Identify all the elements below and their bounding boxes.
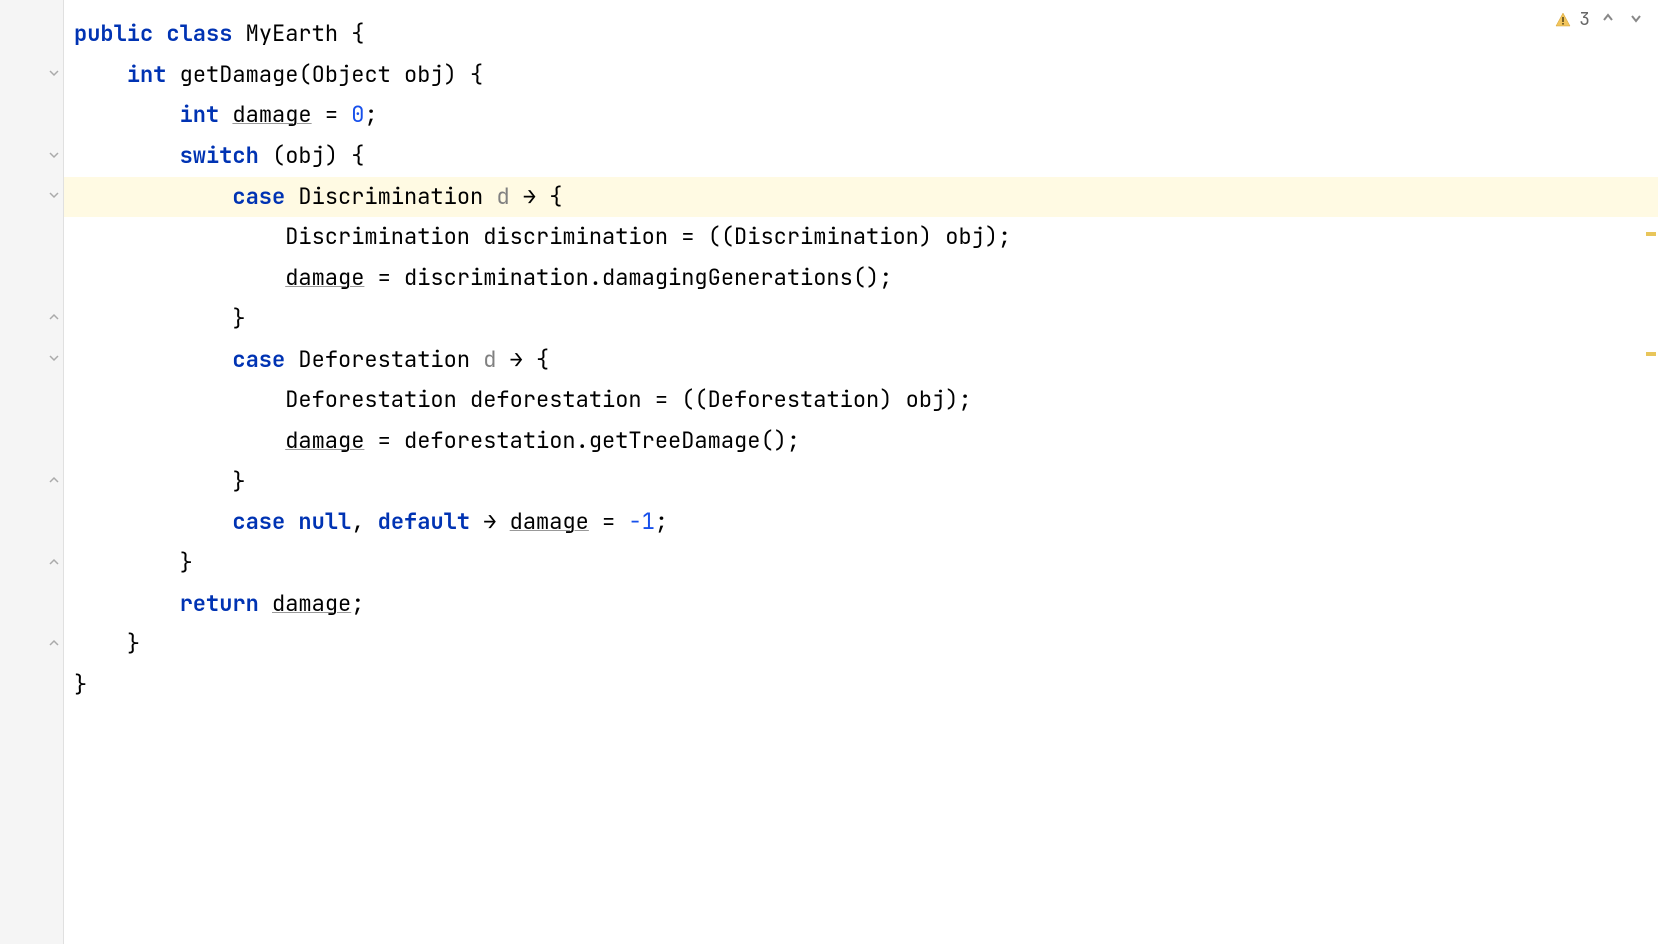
pattern-variable: d xyxy=(483,345,496,374)
inspection-prev-icon[interactable] xyxy=(1598,8,1618,31)
fold-marker[interactable] xyxy=(47,636,61,650)
brace: } xyxy=(232,304,245,333)
method-call: damagingGenerations xyxy=(602,263,853,292)
gutter xyxy=(0,0,64,944)
rest: ) obj); xyxy=(879,385,971,414)
code-line[interactable]: Discrimination discrimination = ((Discri… xyxy=(64,217,1658,258)
semicolon: ; xyxy=(351,589,364,618)
code-line[interactable]: } xyxy=(64,299,1658,340)
cast-type: Deforestation xyxy=(708,385,880,414)
brace: } xyxy=(74,670,87,699)
code-line[interactable]: } xyxy=(64,543,1658,584)
comma: , xyxy=(351,507,377,536)
code-line[interactable]: case null, default → damage = -1; xyxy=(64,502,1658,543)
code-line[interactable]: } xyxy=(64,624,1658,665)
fold-marker[interactable] xyxy=(47,188,61,202)
fold-marker[interactable] xyxy=(47,148,61,162)
brace: } xyxy=(180,548,193,577)
keyword-public: public xyxy=(74,19,153,48)
code-line[interactable]: int getDamage(Object obj) { xyxy=(64,55,1658,96)
variable: damage xyxy=(510,507,589,536)
keyword-case: case xyxy=(232,345,285,374)
rest: ) obj); xyxy=(919,222,1011,251)
method-call: getTreeDamage xyxy=(589,426,761,455)
fold-marker[interactable] xyxy=(47,66,61,80)
keyword-case: case xyxy=(232,507,285,536)
pattern-variable: d xyxy=(496,182,509,211)
type-name: Deforestation xyxy=(285,385,457,414)
warning-count: 3 xyxy=(1579,8,1590,31)
keyword-switch: switch xyxy=(180,141,259,170)
equals: = xyxy=(312,100,352,129)
brace: ) { xyxy=(444,60,484,89)
arrow: → { xyxy=(496,345,549,374)
code-line[interactable]: public class MyEarth { xyxy=(64,14,1658,55)
brace: } xyxy=(127,629,140,658)
dot: . xyxy=(576,426,589,455)
keyword-class: class xyxy=(166,19,232,48)
class-name: MyEarth xyxy=(246,19,338,48)
type-name: Discrimination xyxy=(285,222,470,251)
arrow: → { xyxy=(510,182,563,211)
dot: . xyxy=(589,263,602,292)
arrow: → xyxy=(470,507,510,536)
semicolon: ; xyxy=(655,507,668,536)
code-line[interactable]: damage = deforestation.getTreeDamage(); xyxy=(64,421,1658,462)
brace: } xyxy=(232,467,245,496)
inspection-next-icon[interactable] xyxy=(1626,8,1646,31)
editor-container: 3 public class MyEarth { int getDamage(O… xyxy=(0,0,1658,944)
type-name: Deforestation xyxy=(298,345,470,374)
variable: discrimination xyxy=(483,222,668,251)
code-line[interactable]: case Deforestation d → { xyxy=(64,340,1658,381)
fold-marker[interactable] xyxy=(47,351,61,365)
cast-type: Discrimination xyxy=(734,222,919,251)
brace: { xyxy=(338,19,364,48)
equals: = xyxy=(364,263,404,292)
number-literal: 0 xyxy=(351,100,364,129)
code-line[interactable]: int damage = 0; xyxy=(64,95,1658,136)
equals: = (( xyxy=(642,385,708,414)
code-line-highlighted[interactable]: case Discrimination d → { xyxy=(64,177,1658,218)
keyword-case: case xyxy=(232,182,285,211)
equals: = xyxy=(589,507,629,536)
keyword-null: null xyxy=(298,507,351,536)
variable: damage xyxy=(232,100,311,129)
param-type: Object xyxy=(312,60,391,89)
semicolon: ; xyxy=(364,100,377,129)
fold-marker[interactable] xyxy=(47,310,61,324)
code-area[interactable]: 3 public class MyEarth { int getDamage(O… xyxy=(64,0,1658,944)
code-line[interactable]: damage = discrimination.damagingGenerati… xyxy=(64,258,1658,299)
warning-icon[interactable] xyxy=(1555,12,1571,28)
rest: (); xyxy=(760,426,800,455)
inspection-bar: 3 xyxy=(1555,8,1646,31)
keyword-default: default xyxy=(378,507,470,536)
keyword-return: return xyxy=(180,589,259,618)
code-line[interactable]: } xyxy=(64,665,1658,706)
number-literal: -1 xyxy=(628,507,654,536)
code-line[interactable]: return damage; xyxy=(64,584,1658,625)
switch-expr: (obj) { xyxy=(259,141,365,170)
type-name: Discrimination xyxy=(298,182,483,211)
keyword-int: int xyxy=(127,60,167,89)
variable: deforestation xyxy=(470,385,642,414)
variable: damage xyxy=(285,263,364,292)
variable: damage xyxy=(272,589,351,618)
object-ref: deforestation xyxy=(404,426,576,455)
keyword-int: int xyxy=(180,100,220,129)
code-line[interactable]: } xyxy=(64,462,1658,503)
code-line[interactable]: switch (obj) { xyxy=(64,136,1658,177)
code-line[interactable]: Deforestation deforestation = ((Deforest… xyxy=(64,380,1658,421)
variable: damage xyxy=(285,426,364,455)
fold-marker[interactable] xyxy=(47,555,61,569)
param-name: obj xyxy=(404,60,444,89)
method-name: getDamage xyxy=(180,60,299,89)
equals: = (( xyxy=(668,222,734,251)
rest: (); xyxy=(853,263,893,292)
fold-marker[interactable] xyxy=(47,473,61,487)
object-ref: discrimination xyxy=(404,263,589,292)
equals: = xyxy=(364,426,404,455)
